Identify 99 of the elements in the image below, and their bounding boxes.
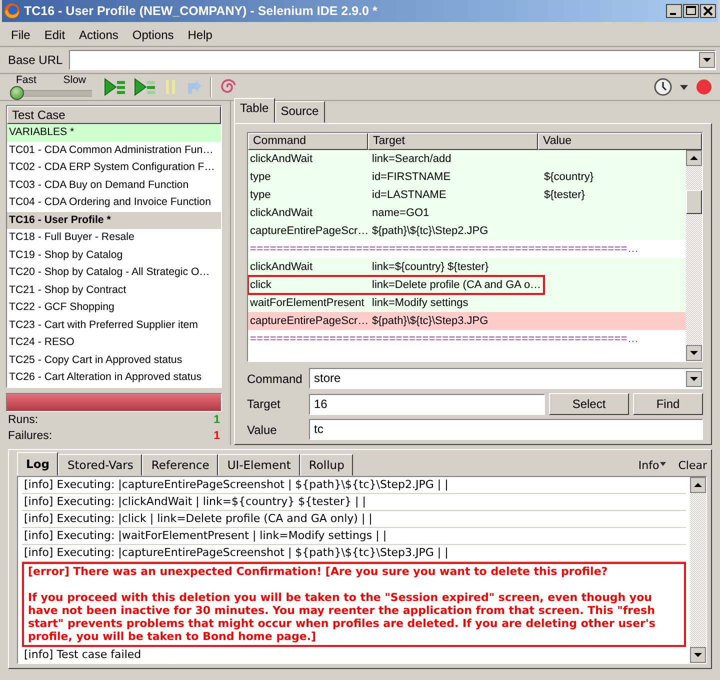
test-case-item[interactable]: TC02 - CDA ERP System Configuration F… <box>7 159 221 176</box>
command-cell-text: type <box>249 188 272 203</box>
dropdown-icon[interactable] <box>686 370 702 386</box>
menu-item[interactable]: Actions <box>72 26 126 44</box>
command-cell-text: clickAndWait <box>249 152 314 167</box>
test-case-item[interactable]: TC26 - Cart Alteration in Approved status <box>7 369 221 386</box>
base-url-label: Base URL <box>8 53 63 67</box>
base-url-field[interactable] <box>68 50 716 70</box>
value-cell-text: ${tester} <box>543 188 586 203</box>
target-label: Target <box>247 397 282 411</box>
target-cell-text: name=GO1 <box>371 206 430 221</box>
dropdown-icon[interactable] <box>699 52 715 68</box>
slider-thumb[interactable] <box>10 86 24 100</box>
test-case-item[interactable]: TC24 - RESO <box>7 334 221 352</box>
column-header[interactable]: Target <box>368 133 538 150</box>
test-case-item[interactable]: TC04 - CDA Ordering and Invoice Function <box>7 194 221 212</box>
runs-label: Runs: <box>8 412 38 428</box>
caret-icon[interactable] <box>680 84 688 90</box>
tab[interactable]: Source <box>274 101 325 123</box>
menu-item[interactable]: File <box>4 26 38 44</box>
log-entry: [info] Executing: |captureEntirePageScreenshot | ${path}\${tc}\Step2.JPG | | <box>22 477 686 494</box>
command-cell-text: clickAndWait <box>249 260 314 275</box>
command-cell-text: waitForElementPresent <box>249 296 366 311</box>
command-field[interactable]: store <box>309 368 703 389</box>
tab[interactable]: UI-Element <box>218 454 300 476</box>
column-header[interactable]: Command <box>248 133 368 150</box>
test-case-item[interactable]: TC21 - Shop by Contract <box>7 282 221 299</box>
scroll-down-icon[interactable] <box>690 647 706 663</box>
play-icon[interactable] <box>134 78 156 96</box>
test-case-item[interactable]: TC01 - CDA Common Administration Fun… <box>7 142 221 159</box>
test-case-item[interactable]: TC03 - CDA Buy on Demand Function <box>7 176 221 194</box>
test-case-item[interactable]: TC19 - Shop by Catalog <box>7 246 221 264</box>
scroll-thumb[interactable] <box>686 190 702 214</box>
test-case-item[interactable]: TC20 - Shop by Catalog - All Strategic O… <box>7 264 221 282</box>
value-cell-text: ${country} <box>543 170 595 185</box>
log-entry: [info] Executing: |captureEntirePageScreenshot | ${path}\${tc}\Step3.JPG | | <box>22 545 686 562</box>
tab[interactable]: Stored-Vars <box>58 454 142 476</box>
fast-label: Fast <box>16 74 36 84</box>
scroll-up-icon[interactable] <box>686 150 702 166</box>
test-case-item[interactable]: VARIABLES * <box>7 124 221 142</box>
target-cell-text: link=Search/add <box>371 152 452 167</box>
test-case-item[interactable]: TC25 - Copy Cart in Approved status <box>7 352 221 369</box>
command-cell-text: captureEntirePageScr… <box>249 224 370 239</box>
menu-item[interactable]: Options <box>125 26 181 44</box>
record-icon[interactable] <box>696 79 712 95</box>
play-all-icon[interactable] <box>104 78 126 96</box>
command-label: Command <box>247 372 304 386</box>
test-case-item[interactable]: TC18 - Full Buyer - Resale <box>7 229 221 246</box>
minimize-icon[interactable] <box>666 4 682 18</box>
value-field[interactable]: tc <box>309 419 703 440</box>
menu-item[interactable]: Help <box>180 26 220 44</box>
target-field[interactable]: 16 <box>309 394 545 414</box>
log-entry: [info] Executing: |click | link=Delete profile (CA and GA only) | | <box>22 511 686 528</box>
error-message: [error] There was an unexpected Confirmation! [Are you sure you want to delete this profile? If you proceed with this deletion you will be taken to the "Session expired" screen, even though you have not been inactive for 30 minutes. You may reenter the application from that screen. This "fresh start" prevents problems that might occur when profiles are deleted. If you are deleting other user's profile, you will be taken to Bond home page.] <box>22 562 686 647</box>
target-cell-text: link=Modify settings <box>371 296 470 311</box>
scroll-up-icon[interactable] <box>690 477 706 493</box>
tab[interactable]: Table <box>234 98 275 123</box>
speed-slider[interactable] <box>10 86 92 100</box>
log-entry: [info] Executing: |clickAndWait | link=${country} ${tester} | | <box>22 494 686 511</box>
log-entry: [info] Executing: |waitForElementPresent | link=Modify settings | | <box>22 528 686 545</box>
test-case-item[interactable]: TC23 - Cart with Preferred Supplier item <box>7 316 221 334</box>
test-case-item[interactable]: TC22 - GCF Shopping <box>7 299 221 316</box>
spiral-icon[interactable] <box>220 78 236 96</box>
failures-count: 1 <box>214 428 220 444</box>
clock-icon[interactable] <box>654 78 672 96</box>
scroll-down-icon[interactable] <box>686 345 702 361</box>
log-entry: [info] Test case failed <box>22 647 686 663</box>
target-cell-text: link=Delete profile (CA and GA o… <box>371 278 542 293</box>
close-icon[interactable] <box>700 4 716 18</box>
column-header[interactable]: Value <box>538 133 702 150</box>
target-cell-text: link=${country} ${tester} <box>371 260 490 275</box>
value-label: Value <box>247 422 278 436</box>
command-cell-text: click <box>249 278 272 293</box>
slow-label: Slow <box>63 74 86 84</box>
caret-icon[interactable] <box>660 462 666 466</box>
failures-label: Failures: <box>8 428 52 444</box>
tab[interactable]: Reference <box>142 454 218 476</box>
comment-cell-text: =========================================================… <box>249 242 639 257</box>
clear-link[interactable]: Clear <box>666 459 707 476</box>
command-cell-text: type <box>249 170 272 185</box>
target-cell-text: ${path}\${tc}\Step2.JPG <box>371 224 490 239</box>
tab[interactable]: Log <box>17 452 58 476</box>
tab[interactable]: Rollup <box>300 454 354 476</box>
command-cell-text: captureEntirePageScr… <box>249 314 370 329</box>
target-cell-text: id=LASTNAME <box>371 188 448 203</box>
runs-count: 1 <box>214 412 220 428</box>
toolbar-button[interactable]: Select <box>549 393 629 415</box>
menu-item[interactable]: Edit <box>37 26 72 44</box>
maximize-icon[interactable] <box>683 4 699 18</box>
command-cell-text: clickAndWait <box>249 206 314 221</box>
browser-logo-icon <box>4 3 20 19</box>
comment-cell-text: =========================================================… <box>249 332 639 347</box>
info-menu[interactable]: Info <box>626 459 660 476</box>
test-case-item[interactable]: TC16 - User Profile * <box>7 212 221 229</box>
column-header[interactable]: Test Case <box>7 106 221 124</box>
toolbar-button[interactable]: Find <box>633 393 703 415</box>
window-title: TC16 - User Profile (NEW_COMPANY) - Selenium IDE 2.9.0 * <box>24 4 378 18</box>
target-cell-text: ${path}\${tc}\Step3.JPG <box>371 314 490 329</box>
target-cell-text: id=FIRSTNAME <box>371 170 452 185</box>
